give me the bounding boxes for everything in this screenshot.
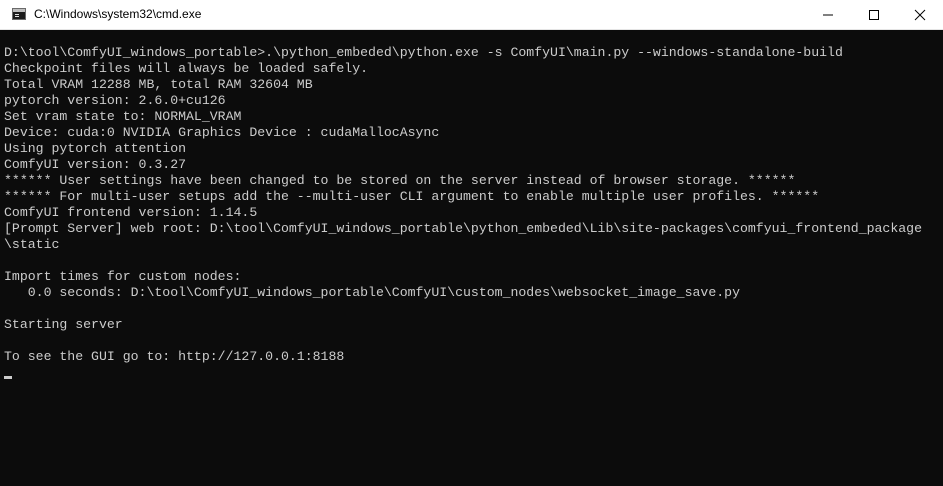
console-line: Checkpoint files will always be loaded s… [4, 61, 369, 76]
console-line: ComfyUI version: 0.3.27 [4, 157, 187, 172]
console-line: Set vram state to: NORMAL_VRAM [4, 109, 242, 124]
minimize-icon [823, 14, 833, 16]
console-line: Total VRAM 12288 MB, total RAM 32604 MB [4, 77, 313, 92]
console-line: pytorch version: 2.6.0+cu126 [4, 93, 226, 108]
close-icon [914, 9, 926, 21]
console-line: [Prompt Server] web root: D:\tool\ComfyU… [4, 221, 922, 236]
title-bar[interactable]: C:\Windows\system32\cmd.exe [0, 0, 943, 30]
console-line: D:\tool\ComfyUI_windows_portable>.\pytho… [4, 45, 843, 60]
console-line: Device: cuda:0 NVIDIA Graphics Device : … [4, 125, 440, 140]
console-icon[interactable] [12, 8, 26, 20]
minimize-button[interactable] [805, 0, 851, 29]
console-line: \static [4, 237, 60, 252]
cmd-window: C:\Windows\system32\cmd.exe D:\tool\Comf… [0, 0, 943, 486]
console-line: ComfyUI frontend version: 1.14.5 [4, 205, 258, 220]
console-area[interactable]: D:\tool\ComfyUI_windows_portable>.\pytho… [0, 30, 943, 486]
maximize-icon [869, 10, 879, 20]
window-title: C:\Windows\system32\cmd.exe [34, 7, 202, 21]
console-line: 0.0 seconds: D:\tool\ComfyUI_windows_por… [4, 285, 740, 300]
console-line: Using pytorch attention [4, 141, 187, 156]
console-line: Import times for custom nodes: [4, 269, 242, 284]
console-line: To see the GUI go to: http://127.0.0.1:8… [4, 349, 345, 364]
console-line: ****** User settings have been changed t… [4, 173, 796, 188]
close-button[interactable] [897, 0, 943, 29]
maximize-button[interactable] [851, 0, 897, 29]
text-cursor [4, 376, 12, 379]
console-output: D:\tool\ComfyUI_windows_portable>.\pytho… [4, 45, 939, 365]
console-line: ****** For multi-user setups add the --m… [4, 189, 820, 204]
console-line: Starting server [4, 317, 123, 332]
